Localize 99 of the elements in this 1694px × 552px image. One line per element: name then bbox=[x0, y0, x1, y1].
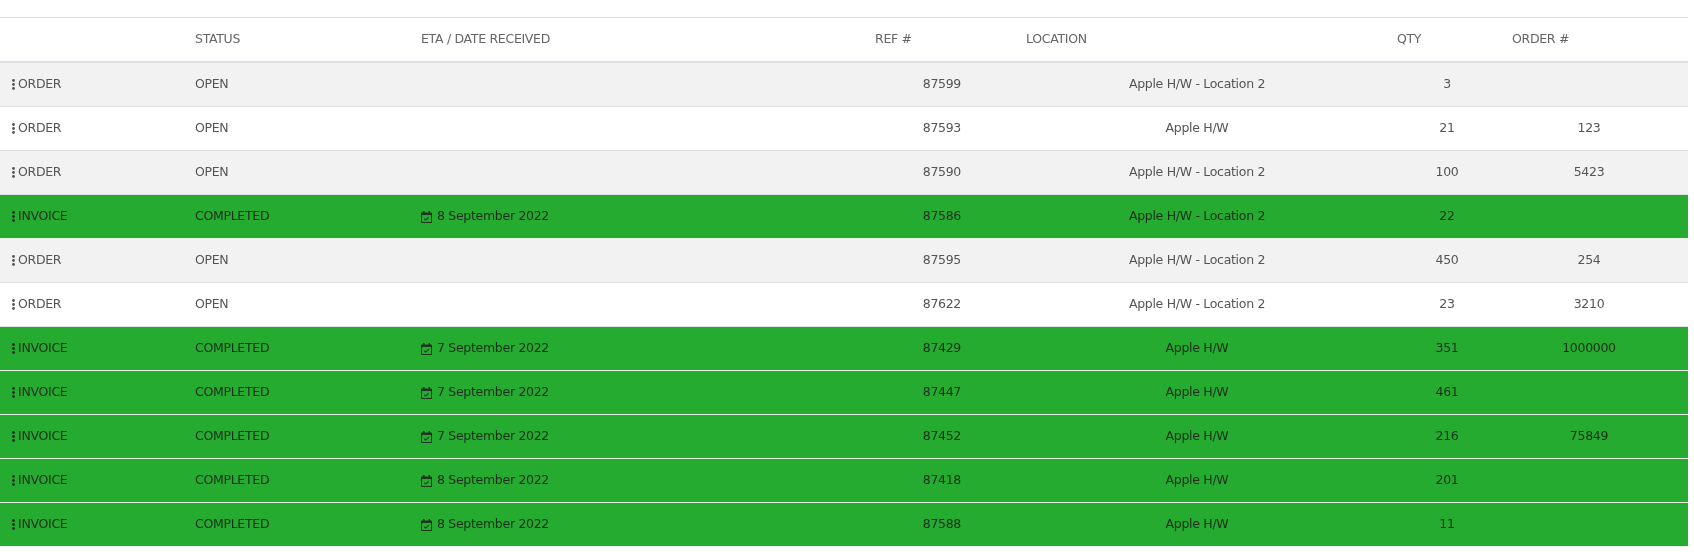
more-vertical-icon[interactable] bbox=[12, 299, 15, 310]
table-row[interactable]: INVOICE COMPLETED 8 September 2022 87586 Apple H/W - Location 2 22 bbox=[0, 195, 1688, 239]
calendar-check-icon bbox=[421, 342, 432, 355]
table-cell: ORDER bbox=[18, 295, 62, 314]
table-row[interactable]: ORDER OPEN 87599 Apple H/W - Location 2 3 bbox=[0, 63, 1688, 107]
table-cell: 7 September 2022 bbox=[437, 383, 549, 402]
table-cell: Apple H/W bbox=[1165, 383, 1229, 402]
calendar-check-icon bbox=[421, 386, 432, 399]
table-row[interactable]: INVOICE COMPLETED 8 September 2022 87418 Apple H/W 201 bbox=[0, 459, 1688, 503]
table-cell: 254 bbox=[1577, 251, 1601, 270]
table-cell: 87622 bbox=[922, 295, 961, 314]
table-cell: COMPLETED bbox=[195, 427, 270, 446]
table-cell: Apple H/W bbox=[1165, 119, 1229, 138]
table-cell: COMPLETED bbox=[195, 515, 270, 534]
table-row[interactable]: ORDER OPEN 87595 Apple H/W - Location 2 450 254 bbox=[0, 239, 1688, 283]
table-cell: 87429 bbox=[922, 339, 961, 358]
table-cell: 1000000 bbox=[1562, 339, 1616, 358]
table-cell: 87588 bbox=[922, 515, 961, 534]
table-cell: 3 bbox=[1443, 75, 1451, 94]
table-cell: 201 bbox=[1435, 471, 1459, 490]
table-cell: ORDER bbox=[18, 251, 62, 270]
table-cell: 23 bbox=[1439, 295, 1455, 314]
more-vertical-icon[interactable] bbox=[12, 343, 15, 354]
table-cell: COMPLETED bbox=[195, 383, 270, 402]
table-cell: ORDER bbox=[18, 119, 62, 138]
table-cell: 351 bbox=[1435, 339, 1459, 358]
column-header: ORDER # bbox=[1512, 31, 1570, 47]
calendar-check-icon bbox=[421, 210, 432, 223]
more-vertical-icon[interactable] bbox=[12, 255, 15, 266]
table-cell: 87586 bbox=[922, 207, 961, 226]
column-header: LOCATION bbox=[1026, 31, 1087, 47]
table-cell: 100 bbox=[1435, 163, 1459, 182]
table-row[interactable]: INVOICE COMPLETED 7 September 2022 87429 Apple H/W 351 1000000 bbox=[0, 327, 1688, 371]
table-cell: COMPLETED bbox=[195, 207, 270, 226]
table-cell: OPEN bbox=[195, 75, 229, 94]
table-cell: 5423 bbox=[1573, 163, 1605, 182]
more-vertical-icon[interactable] bbox=[12, 475, 15, 486]
column-header: STATUS bbox=[195, 31, 241, 47]
table-cell: INVOICE bbox=[18, 515, 68, 534]
column-header: REF # bbox=[875, 31, 912, 47]
table-cell: 3210 bbox=[1573, 295, 1605, 314]
more-vertical-icon[interactable] bbox=[12, 519, 15, 530]
table-cell: INVOICE bbox=[18, 383, 68, 402]
table-cell: Apple H/W bbox=[1165, 427, 1229, 446]
table-row[interactable]: ORDER OPEN 87590 Apple H/W - Location 2 100 5423 bbox=[0, 151, 1688, 195]
more-vertical-icon[interactable] bbox=[12, 123, 15, 134]
table-cell: 87447 bbox=[922, 383, 961, 402]
table-cell: INVOICE bbox=[18, 427, 68, 446]
table-cell: 87418 bbox=[922, 471, 961, 490]
table-cell: 21 bbox=[1439, 119, 1455, 138]
table-cell: Apple H/W - Location 2 bbox=[1128, 251, 1266, 270]
table-cell: COMPLETED bbox=[195, 339, 270, 358]
table-cell: 22 bbox=[1439, 207, 1455, 226]
table-cell: Apple H/W - Location 2 bbox=[1128, 295, 1266, 314]
table-cell: 87593 bbox=[922, 119, 961, 138]
table-cell: 450 bbox=[1435, 251, 1459, 270]
table-cell: INVOICE bbox=[18, 471, 68, 490]
calendar-check-icon bbox=[421, 474, 432, 487]
table-cell: 87590 bbox=[922, 163, 961, 182]
table-cell: OPEN bbox=[195, 163, 229, 182]
more-vertical-icon[interactable] bbox=[12, 431, 15, 442]
table-cell: 8 September 2022 bbox=[437, 471, 549, 490]
table-cell: INVOICE bbox=[18, 207, 68, 226]
calendar-check-icon bbox=[421, 518, 432, 531]
table-cell: 8 September 2022 bbox=[437, 207, 549, 226]
table-cell: 216 bbox=[1435, 427, 1459, 446]
table-cell: 87452 bbox=[922, 427, 961, 446]
table-cell: 75849 bbox=[1569, 427, 1609, 446]
table-row[interactable]: INVOICE COMPLETED 7 September 2022 87447 Apple H/W 461 bbox=[0, 371, 1688, 415]
table-cell: 7 September 2022 bbox=[437, 339, 549, 358]
table-cell: OPEN bbox=[195, 119, 229, 138]
table-cell: OPEN bbox=[195, 295, 229, 314]
table-cell: Apple H/W - Location 2 bbox=[1128, 75, 1266, 94]
table-cell: 123 bbox=[1577, 119, 1601, 138]
more-vertical-icon[interactable] bbox=[12, 79, 15, 90]
table-cell: 7 September 2022 bbox=[437, 427, 549, 446]
table-cell: OPEN bbox=[195, 251, 229, 270]
table-cell: 8 September 2022 bbox=[437, 515, 549, 534]
column-header: QTY bbox=[1397, 31, 1422, 47]
more-vertical-icon[interactable] bbox=[12, 387, 15, 398]
table-row[interactable]: INVOICE COMPLETED 7 September 2022 87452 Apple H/W 216 75849 bbox=[0, 415, 1688, 459]
more-vertical-icon[interactable] bbox=[12, 167, 15, 178]
table-cell: COMPLETED bbox=[195, 471, 270, 490]
table-cell: Apple H/W - Location 2 bbox=[1128, 163, 1266, 182]
table-cell: Apple H/W bbox=[1165, 471, 1229, 490]
table-cell: ORDER bbox=[18, 163, 62, 182]
calendar-check-icon bbox=[421, 430, 432, 443]
table-cell: 87595 bbox=[922, 251, 961, 270]
table-cell: Apple H/W bbox=[1165, 515, 1229, 534]
table-cell: ORDER bbox=[18, 75, 62, 94]
table-cell: Apple H/W - Location 2 bbox=[1128, 207, 1266, 226]
table-cell: Apple H/W bbox=[1165, 339, 1229, 358]
table-cell: 461 bbox=[1435, 383, 1459, 402]
table-cell: INVOICE bbox=[18, 339, 68, 358]
column-header: ETA / DATE RECEIVED bbox=[421, 31, 551, 47]
more-vertical-icon[interactable] bbox=[12, 211, 15, 222]
table-row[interactable]: INVOICE COMPLETED 8 September 2022 87588 Apple H/W 11 bbox=[0, 503, 1688, 547]
table-cell: 87599 bbox=[922, 75, 961, 94]
table-cell: 11 bbox=[1439, 515, 1455, 534]
